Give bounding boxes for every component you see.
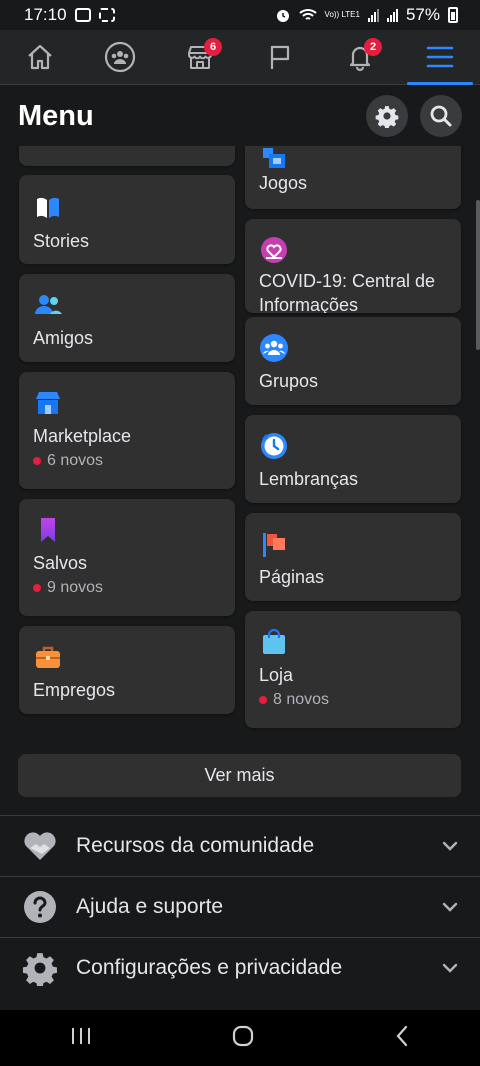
section-label: Configurações e privacidade — [76, 955, 343, 979]
shortcut-tile-groups[interactable]: Grupos — [245, 317, 461, 405]
tile-label: Lembranças — [259, 469, 359, 489]
tab-notifications[interactable]: 2 — [325, 30, 395, 85]
marketplace-badge: 6 — [204, 37, 222, 56]
tile-label: Jogos — [259, 173, 308, 193]
shortcut-tile-shop[interactable]: Loja 8 novos — [245, 611, 461, 728]
battery-percent: 57% — [405, 5, 440, 24]
home-button[interactable] — [231, 1024, 255, 1053]
section-settings-privacy[interactable]: Configurações e privacidade — [0, 937, 480, 997]
tile-label: Stories — [33, 231, 90, 251]
tile-label: Empregos — [33, 680, 116, 700]
section-help-support[interactable]: Ajuda e suporte — [0, 876, 480, 936]
gear-icon — [375, 106, 399, 128]
system-navigation-bar — [0, 1010, 480, 1066]
shortcut-tile-saved[interactable]: Salvos 9 novos — [19, 499, 235, 616]
new-count: 8 novos — [259, 691, 329, 709]
new-dot — [33, 457, 41, 465]
gear-icon — [22, 952, 57, 986]
tile-label: COVID-19: Central de Informações — [259, 271, 436, 313]
tab-pages[interactable] — [245, 30, 315, 85]
new-count: 6 novos — [33, 452, 103, 470]
shortcut-tile-jobs[interactable]: Empregos — [19, 626, 235, 714]
back-icon — [396, 1025, 408, 1046]
photo-notification-icon — [74, 8, 91, 22]
recent-apps-icon — [71, 1027, 90, 1044]
bookmark-icon — [41, 518, 55, 542]
section-community-resources[interactable]: Recursos da comunidade — [0, 815, 480, 875]
alarm-icon — [276, 10, 289, 22]
recent-apps-button[interactable] — [70, 1026, 92, 1051]
battery-icon — [448, 7, 458, 23]
hamburger-menu-icon — [426, 46, 454, 68]
see-more-button[interactable]: Ver mais — [18, 754, 461, 797]
chevron-down-icon — [442, 963, 458, 973]
tile-label: Salvos — [33, 553, 88, 573]
signal-icon-2 — [386, 8, 398, 22]
tab-groups[interactable] — [85, 30, 155, 85]
friends-icon — [35, 295, 62, 314]
groups-icon — [104, 41, 136, 73]
wifi-icon — [298, 9, 317, 20]
briefcase-icon — [36, 646, 60, 668]
tab-menu[interactable] — [405, 30, 475, 85]
top-navigation: 6 2 — [0, 30, 480, 85]
new-dot — [33, 584, 41, 592]
chevron-down-icon — [442, 902, 458, 912]
section-label: Ajuda e suporte — [76, 894, 224, 918]
flag-icon — [270, 45, 290, 69]
tile-label: Loja — [259, 665, 294, 685]
shortcut-tile-memories[interactable]: Lembranças — [245, 415, 461, 503]
menu-header: Menu — [0, 86, 480, 146]
groups-icon — [260, 334, 288, 362]
search-button[interactable] — [420, 95, 462, 137]
shortcut-tile-stories[interactable]: Stories — [19, 175, 235, 264]
home-circle-icon — [232, 1025, 254, 1046]
tile-label: Amigos — [33, 328, 94, 348]
scrollbar[interactable] — [476, 200, 480, 350]
shortcut-tile-friends[interactable]: Amigos — [19, 274, 235, 362]
status-bar: 17:10 Vo)) LTE1 57% — [0, 0, 480, 30]
section-label: Recursos da comunidade — [76, 833, 315, 857]
screenshot-icon — [98, 8, 115, 22]
signal-icon — [367, 8, 379, 22]
back-button[interactable] — [394, 1025, 410, 1052]
tab-marketplace[interactable]: 6 — [165, 30, 235, 85]
tile-label: Grupos — [259, 371, 319, 391]
shortcut-tile-pages[interactable]: Páginas — [245, 513, 461, 601]
games-icon — [263, 148, 285, 168]
shopping-bag-icon — [263, 628, 285, 654]
handshake-heart-icon — [24, 831, 56, 860]
home-icon — [28, 44, 52, 70]
shortcut-tile-games[interactable]: Jogos — [245, 146, 461, 209]
tab-home[interactable] — [5, 30, 75, 85]
search-icon — [430, 105, 452, 127]
shortcut-tile-partial[interactable] — [19, 146, 235, 166]
settings-button[interactable] — [366, 95, 408, 137]
flag-icon — [263, 533, 285, 557]
notifications-badge: 2 — [364, 37, 382, 56]
marketplace-shop-icon — [36, 392, 60, 414]
shortcut-tile-covid[interactable]: COVID-19: Central de Informações — [245, 219, 461, 313]
new-count: 9 novos — [33, 579, 103, 597]
stories-book-icon — [37, 197, 59, 218]
volte-indicator: Vo)) LTE1 — [324, 10, 360, 19]
menu-content: Stories Amigos Marketplace 6 novos Salvo… — [0, 146, 480, 1010]
chevron-down-icon — [442, 841, 458, 851]
new-dot — [259, 696, 267, 704]
covid-heart-icon — [261, 237, 287, 263]
clock: 17:10 — [24, 5, 67, 24]
tile-label: Marketplace — [33, 426, 132, 446]
memories-clock-icon — [261, 433, 287, 459]
tile-label: Páginas — [259, 567, 325, 587]
page-title: Menu — [18, 99, 94, 132]
question-icon — [24, 890, 56, 923]
shortcut-tile-marketplace[interactable]: Marketplace 6 novos — [19, 372, 235, 489]
